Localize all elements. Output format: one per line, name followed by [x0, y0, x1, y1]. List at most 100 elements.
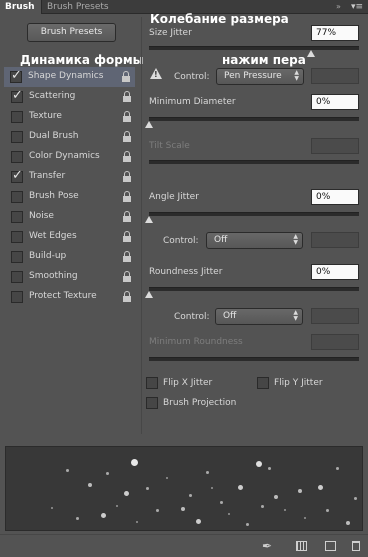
brush-dab: [88, 483, 92, 487]
sidebar-item-label: Transfer: [29, 171, 66, 181]
brush-dab: [101, 513, 106, 518]
brush-dab: [211, 487, 213, 489]
minimum-diameter-label: Minimum Diameter: [149, 97, 236, 107]
sidebar-item[interactable]: Texture: [5, 107, 132, 127]
size-jitter-input[interactable]: 77%: [311, 25, 359, 41]
pen-toggle-icon[interactable]: ✒: [262, 539, 272, 553]
sidebar-item-checkbox[interactable]: [11, 111, 23, 123]
brush-dab: [66, 469, 69, 472]
brush-dab: [268, 467, 271, 470]
tilt-scale-slider: [149, 160, 359, 164]
lock-icon[interactable]: [122, 211, 131, 222]
select-arrows-icon: ▲ ▼: [293, 233, 298, 246]
sidebar-item-checkbox[interactable]: [11, 131, 23, 143]
lock-icon[interactable]: [122, 271, 131, 282]
sidebar-item[interactable]: Build-up: [5, 247, 132, 267]
lock-icon[interactable]: [122, 151, 131, 162]
minimum-roundness-input: [311, 334, 359, 350]
sidebar-item[interactable]: Wet Edges: [5, 227, 132, 247]
roundness-jitter-input[interactable]: 0%: [311, 264, 359, 280]
sidebar-item-label: Build-up: [29, 251, 67, 261]
brush-dab: [256, 461, 262, 467]
tab-brush-presets[interactable]: Brush Presets: [41, 0, 114, 14]
angle-jitter-label: Angle Jitter: [149, 192, 199, 202]
sidebar-item[interactable]: ✓ Transfer: [5, 167, 132, 187]
warning-exclamation: !: [154, 70, 158, 79]
lock-icon[interactable]: [122, 111, 131, 122]
flip-y-jitter-checkbox[interactable]: [257, 377, 269, 389]
panel-menu-icon[interactable]: ▾≡: [351, 0, 363, 14]
tilt-scale-input: [311, 138, 359, 154]
brush-dab: [298, 489, 302, 493]
roundness-jitter-slider-handle[interactable]: [145, 291, 153, 298]
select-arrows-icon: ▲ ▼: [293, 309, 298, 322]
tab-brush[interactable]: Brush: [0, 0, 41, 14]
sidebar-item-label: Dual Brush: [29, 131, 79, 141]
roundness-control-select[interactable]: Off ▲ ▼: [215, 308, 303, 325]
size-control-select[interactable]: Pen Pressure ▲ ▼: [216, 68, 304, 85]
angle-control-select[interactable]: Off ▲ ▼: [206, 232, 303, 249]
lock-icon[interactable]: [122, 91, 131, 102]
sidebar-item-checkbox[interactable]: [11, 231, 23, 243]
sidebar-item-label: Shape Dynamics: [28, 71, 104, 81]
lock-icon[interactable]: [122, 131, 131, 142]
annotation-pen-pressure: нажим пера: [222, 53, 306, 67]
angle-jitter-slider-handle[interactable]: [145, 216, 153, 223]
lock-icon[interactable]: [121, 71, 130, 82]
sidebar-item[interactable]: Brush Pose: [5, 187, 132, 207]
minimum-diameter-input[interactable]: 0%: [311, 94, 359, 110]
size-jitter-label: Size Jitter: [149, 28, 192, 38]
roundness-control-extra-field: [311, 308, 359, 324]
flip-x-jitter-checkbox[interactable]: [146, 377, 158, 389]
size-jitter-slider-handle[interactable]: [306, 50, 315, 57]
size-jitter-slider[interactable]: [149, 46, 359, 50]
brush-dab: [51, 507, 53, 509]
sidebar-item-label: Smoothing: [29, 271, 78, 281]
brush-dab: [189, 494, 192, 497]
size-control-value: Pen Pressure: [224, 71, 282, 81]
checkmark-icon: ✓: [11, 68, 22, 83]
sidebar-item-checkbox[interactable]: [11, 291, 23, 303]
sidebar-item[interactable]: Protect Texture: [5, 287, 132, 307]
panel-divider: [141, 17, 142, 434]
annotation-size-jitter: Колебание размера: [150, 12, 289, 26]
grid-icon[interactable]: [296, 541, 307, 551]
sidebar-item-checkbox[interactable]: [11, 251, 23, 263]
angle-control-extra-field: [311, 232, 359, 248]
brush-dab: [196, 519, 201, 524]
brush-dab: [166, 477, 168, 479]
lock-icon[interactable]: [122, 251, 131, 262]
lock-icon[interactable]: [122, 171, 131, 182]
trash-icon[interactable]: [352, 541, 360, 551]
new-preset-icon[interactable]: [325, 541, 336, 551]
sidebar-item[interactable]: Noise: [5, 207, 132, 227]
brush-presets-button[interactable]: Brush Presets: [27, 23, 116, 42]
brush-dab: [274, 495, 278, 499]
panel-bottom-bar: ✒: [0, 534, 368, 557]
collapse-icon[interactable]: »: [336, 0, 341, 14]
sidebar-item-checkbox[interactable]: [11, 271, 23, 283]
sidebar-item[interactable]: ✓ Shape Dynamics: [4, 67, 135, 87]
sidebar-item[interactable]: ✓ Scattering: [5, 87, 132, 107]
sidebar-item-checkbox[interactable]: [11, 191, 23, 203]
minimum-diameter-slider-handle[interactable]: [145, 121, 153, 128]
lock-icon[interactable]: [122, 191, 131, 202]
sidebar-item-checkbox[interactable]: [11, 211, 23, 223]
sidebar-item-label: Protect Texture: [29, 291, 97, 301]
roundness-jitter-slider[interactable]: [149, 287, 359, 291]
brush-projection-checkbox[interactable]: [146, 397, 158, 409]
angle-jitter-input[interactable]: 0%: [311, 189, 359, 205]
angle-jitter-slider[interactable]: [149, 212, 359, 216]
annotation-shape-dynamics: Динамика формы: [20, 53, 144, 67]
sidebar-item[interactable]: Dual Brush: [5, 127, 132, 147]
flip-x-jitter-label: Flip X Jitter: [163, 378, 213, 388]
minimum-diameter-slider[interactable]: [149, 117, 359, 121]
brush-dab: [136, 521, 138, 523]
sidebar-item[interactable]: Smoothing: [5, 267, 132, 287]
lock-icon[interactable]: [122, 291, 131, 302]
lock-icon[interactable]: [122, 231, 131, 242]
sidebar-item-checkbox[interactable]: [11, 151, 23, 163]
brush-projection-label: Brush Projection: [163, 398, 237, 408]
sidebar-item-label: Noise: [29, 211, 54, 221]
sidebar-item[interactable]: Color Dynamics: [5, 147, 132, 167]
